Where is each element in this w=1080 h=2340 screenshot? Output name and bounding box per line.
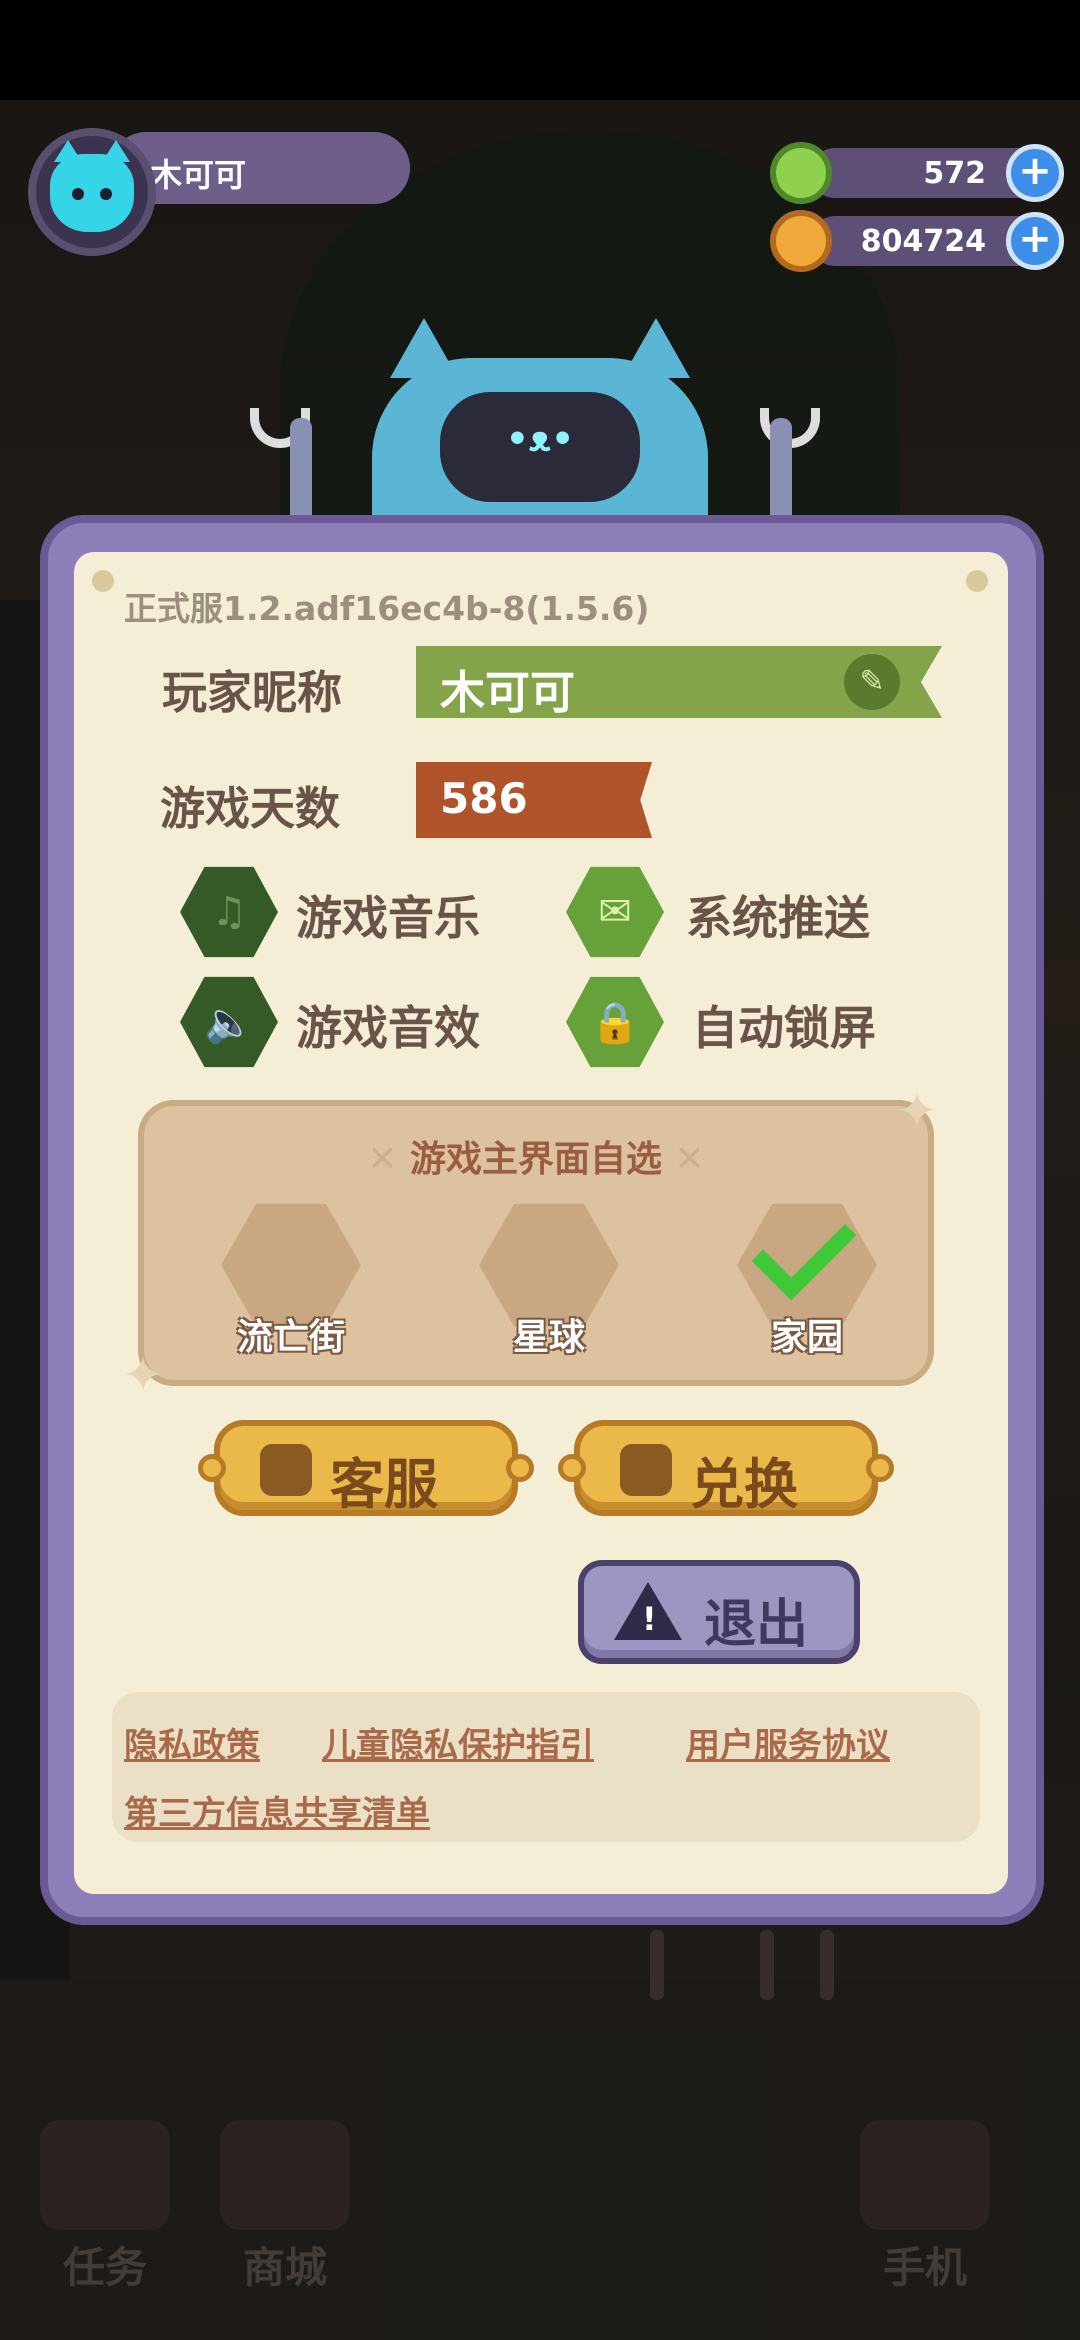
avatar[interactable] xyxy=(28,128,156,256)
gem-counter: 572 + xyxy=(770,142,1070,204)
days-value: 586 xyxy=(440,774,528,823)
logout-label: 退出 xyxy=(704,1595,809,1655)
button-nub xyxy=(866,1454,894,1482)
redeem-button[interactable]: 兑换 xyxy=(558,1420,894,1516)
customer-service-button[interactable]: 客服 xyxy=(198,1420,534,1516)
version-text: 正式服1.2.adf16ec4b-8(1.5.6) xyxy=(124,589,650,628)
button-nub xyxy=(198,1454,226,1482)
player-profile[interactable]: 木可可 xyxy=(20,128,410,256)
button-nub xyxy=(558,1454,586,1482)
child-privacy-link[interactable]: 儿童隐私保护指引 xyxy=(322,1718,594,1767)
home-select-title: ✕ 游戏主界面自选 ✕ xyxy=(367,1139,705,1180)
add-coin-button[interactable]: + xyxy=(1006,212,1064,270)
person-icon xyxy=(260,1444,312,1496)
nickname-value: 木可可 xyxy=(440,666,576,719)
home-option-label: 家园 xyxy=(770,1317,843,1358)
pin-icon xyxy=(966,570,988,592)
days-label: 游戏天数 xyxy=(160,782,341,835)
button-nub xyxy=(506,1454,534,1482)
pen-icon[interactable]: ✎ xyxy=(844,654,900,710)
home-option-home[interactable]: 家园 xyxy=(732,1195,882,1360)
add-gem-button[interactable]: + xyxy=(1006,144,1064,202)
privacy-policy-link[interactable]: 隐私政策 xyxy=(124,1718,260,1767)
home-option-street[interactable]: 流亡街 xyxy=(216,1200,366,1360)
robot-face-text: •ᴥ• xyxy=(505,419,575,460)
customer-service-label: 客服 xyxy=(330,1453,438,1516)
player-name: 木可可 xyxy=(150,156,247,194)
gold-coin-icon xyxy=(770,210,832,272)
gem-value: 572 xyxy=(923,156,986,191)
home-option-planet[interactable]: 星球 xyxy=(474,1200,624,1360)
pin-icon xyxy=(92,570,114,592)
gift-icon xyxy=(620,1444,672,1496)
redeem-label: 兑换 xyxy=(690,1453,798,1516)
status-bar xyxy=(0,0,1080,100)
days-badge: 586 xyxy=(416,762,652,838)
nickname-field[interactable]: 木可可 ✎ xyxy=(416,646,942,718)
sparkle-icon: ✦ xyxy=(122,1346,164,1404)
home-option-label: 流亡街 xyxy=(236,1317,345,1358)
sfx-label: 游戏音效 xyxy=(296,1001,480,1055)
autolock-label: 自动锁屏 xyxy=(692,1001,876,1055)
music-label: 游戏音乐 xyxy=(296,891,480,945)
home-option-label: 星球 xyxy=(512,1317,585,1358)
third-party-sharing-link[interactable]: 第三方信息共享清单 xyxy=(124,1786,430,1835)
warning-mark: ! xyxy=(642,1600,657,1638)
cat-face-icon xyxy=(50,140,134,232)
home-select-title-text: 游戏主界面自选 xyxy=(409,1139,662,1180)
coin-counter: 804724 + xyxy=(770,210,1070,272)
nickname-label: 玩家昵称 xyxy=(162,666,343,719)
logout-button[interactable]: ! 退出 xyxy=(578,1560,860,1664)
gem-icon xyxy=(770,142,832,204)
user-agreement-link[interactable]: 用户服务协议 xyxy=(686,1718,890,1767)
push-label: 系统推送 xyxy=(686,891,870,945)
coin-value: 804724 xyxy=(860,224,986,259)
